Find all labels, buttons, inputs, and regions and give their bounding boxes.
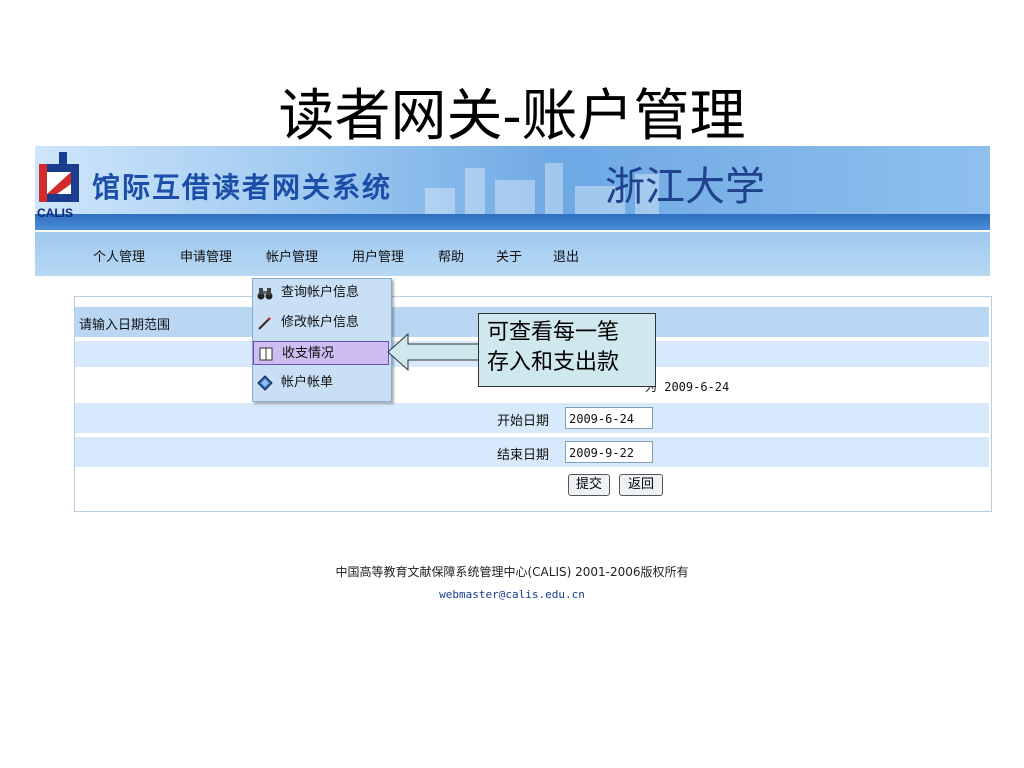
- nav-item-requests[interactable]: 申请管理: [180, 246, 232, 265]
- menu-item-label: 修改帐户信息: [281, 315, 360, 330]
- nav-item-logout[interactable]: 退出: [553, 246, 579, 265]
- footer-email-link[interactable]: webmaster@calis.edu.cn: [0, 588, 1024, 601]
- system-name: 馆际互借读者网关系统: [92, 171, 393, 204]
- form-row-end: 结束日期 2009-9-22: [75, 437, 989, 467]
- book-icon: [259, 347, 273, 361]
- footer-copyright: 中国高等教育文献保障系统管理中心(CALIS) 2001-2006版权所有: [335, 565, 689, 579]
- submit-button[interactable]: 提交: [568, 474, 610, 496]
- menu-item-label: 帐户帐单: [281, 375, 334, 390]
- nav-item-help[interactable]: 帮助: [438, 246, 464, 265]
- nav-item-users[interactable]: 用户管理: [352, 246, 404, 265]
- banner-stripe: [35, 214, 990, 230]
- nav-item-about[interactable]: 关于: [496, 246, 522, 265]
- university-name: 浙江大学: [605, 164, 765, 210]
- back-button[interactable]: 返回: [619, 474, 663, 496]
- diamond-icon: [257, 375, 273, 391]
- callout-line-2: 存入和支出款: [487, 350, 620, 375]
- range-note: 为 2009-6-24: [645, 380, 730, 394]
- menu-item-income-expense[interactable]: 收支情况: [253, 341, 389, 365]
- start-date-label: 开始日期: [497, 414, 550, 429]
- form-header-label: 请输入日期范围: [79, 318, 171, 333]
- form-row-start: 开始日期 2009-6-24: [75, 403, 989, 433]
- menu-item-query-account[interactable]: 查询帐户信息: [253, 281, 389, 305]
- end-date-label: 结束日期: [497, 448, 550, 463]
- pen-icon: [258, 317, 271, 330]
- menu-item-account-bill[interactable]: 帐户帐单: [253, 371, 389, 395]
- callout-line-1: 可查看每一笔: [487, 320, 620, 345]
- nav-item-account[interactable]: 帐户管理: [266, 246, 318, 265]
- callout-arrow: [387, 332, 481, 372]
- account-dropdown-menu: 查询帐户信息 修改帐户信息 收支情况 帐户帐单: [252, 278, 392, 402]
- binoculars-icon: [257, 288, 273, 300]
- end-date-input[interactable]: 2009-9-22: [565, 441, 653, 463]
- main-nav: 个人管理 申请管理 帐户管理 用户管理 帮助 关于 退出: [35, 232, 990, 276]
- nav-item-personal[interactable]: 个人管理: [93, 246, 145, 265]
- menu-item-label: 收支情况: [282, 346, 335, 361]
- start-date-input[interactable]: 2009-6-24: [565, 407, 653, 429]
- menu-item-edit-account[interactable]: 修改帐户信息: [253, 311, 389, 335]
- logo-text: CALIS: [37, 206, 73, 220]
- slide-title: 读者网关-账户管理: [278, 84, 746, 149]
- menu-item-label: 查询帐户信息: [281, 285, 360, 300]
- callout-box: 可查看每一笔 存入和支出款: [478, 313, 656, 387]
